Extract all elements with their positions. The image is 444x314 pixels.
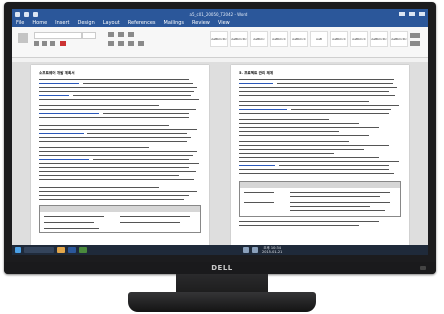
document-page-left[interactable]: 소프트웨어 개발 계획서 (31, 65, 209, 245)
indent-icon[interactable] (128, 32, 134, 37)
styles-gallery: AaBbCcDc AaBbCcDc AaBbCc AaBbCcC AaBbCcC… (210, 31, 408, 47)
style-heading-2[interactable]: AaBbCcC (270, 31, 288, 47)
font-color-icon[interactable] (60, 41, 66, 46)
left-page-heading: 소프트웨어 개발 계획서 (39, 71, 75, 75)
menu-bar: File Home Insert Design Layout Reference… (12, 19, 428, 27)
menu-item-insert[interactable]: Insert (55, 19, 69, 27)
menu-item-review[interactable]: Review (192, 19, 210, 27)
window-title: a5_c01_20050_T2042 - Word (189, 11, 248, 17)
style-heading-3[interactable]: AaBbCcC (290, 31, 308, 47)
clock[interactable]: 오후 10:34 2015-01-21 (262, 246, 282, 254)
taskbar-spacer (90, 247, 240, 253)
font-name-select[interactable] (34, 32, 82, 39)
power-button[interactable] (420, 266, 426, 270)
menu-item-references[interactable]: References (128, 19, 156, 27)
align-left-icon[interactable] (108, 41, 114, 46)
ribbon: AaBbCcDc AaBbCcDc AaBbCc AaBbCcC AaBbCcC… (12, 27, 428, 58)
maximize-icon[interactable] (409, 12, 415, 16)
bullets-icon[interactable] (108, 32, 114, 37)
menu-item-layout[interactable]: Layout (103, 19, 120, 27)
align-right-icon[interactable] (128, 41, 134, 46)
screen: a5_c01_20050_T2042 - Word File Home Inse… (12, 9, 428, 255)
right-page-heading: 5. 프로젝트 관리 체계 (239, 71, 274, 75)
bold-icon[interactable] (34, 41, 39, 46)
find-icon[interactable] (410, 33, 420, 38)
numbering-icon[interactable] (118, 32, 124, 37)
align-center-icon[interactable] (118, 41, 124, 46)
style-emphasis[interactable]: AaBbCcC (350, 31, 368, 47)
style-title[interactable]: AaB (310, 31, 328, 47)
taskbar: 오후 10:34 2015-01-21 (12, 245, 428, 255)
document-canvas[interactable]: 소프트웨어 개발 계획서 5. 프로젝트 관리 체계 (12, 62, 428, 245)
monitor-stand-base (128, 292, 316, 312)
italic-icon[interactable] (42, 41, 47, 46)
explorer-icon[interactable] (57, 247, 65, 253)
volume-icon[interactable] (252, 247, 258, 253)
style-heading-1[interactable]: AaBbCc (250, 31, 268, 47)
search-box[interactable] (24, 247, 54, 253)
underline-icon[interactable] (50, 41, 55, 46)
menu-item-view[interactable]: View (218, 19, 230, 27)
network-icon[interactable] (243, 247, 249, 253)
dell-logo: DELL (211, 264, 233, 272)
clock-date: 2015-01-21 (262, 250, 283, 254)
window-controls (399, 12, 425, 16)
justify-icon[interactable] (138, 41, 144, 46)
style-subtitle[interactable]: AaBbCcC (330, 31, 348, 47)
word-icon[interactable] (68, 247, 76, 253)
style-quote[interactable]: AaBbCcDc (390, 31, 408, 47)
start-icon[interactable] (15, 247, 21, 253)
document-page-right[interactable]: 5. 프로젝트 관리 체계 (231, 65, 409, 245)
excel-icon[interactable] (79, 247, 87, 253)
undo-icon[interactable] (24, 11, 29, 17)
style-strong[interactable]: AaBbCcDc (370, 31, 388, 47)
monitor-frame: a5_c01_20050_T2042 - Word File Home Inse… (4, 2, 436, 274)
right-page-table[interactable] (239, 181, 401, 217)
font-size-select[interactable] (82, 32, 96, 39)
save-icon[interactable] (15, 11, 20, 17)
title-bar: a5_c01_20050_T2042 - Word (12, 9, 428, 19)
close-icon[interactable] (419, 12, 425, 16)
left-page-table[interactable] (39, 205, 201, 233)
menu-item-home[interactable]: Home (32, 19, 47, 27)
menu-item-design[interactable]: Design (77, 19, 94, 27)
menu-item-file[interactable]: File (16, 19, 24, 27)
quick-access-toolbar[interactable] (15, 11, 38, 17)
menu-item-mailings[interactable]: Mailings (164, 19, 185, 27)
paste-button[interactable] (18, 33, 28, 43)
replace-icon[interactable] (410, 41, 420, 46)
style-normal[interactable]: AaBbCcDc (210, 31, 228, 47)
style-no-spacing[interactable]: AaBbCcDc (230, 31, 248, 47)
minimize-icon[interactable] (399, 12, 405, 16)
